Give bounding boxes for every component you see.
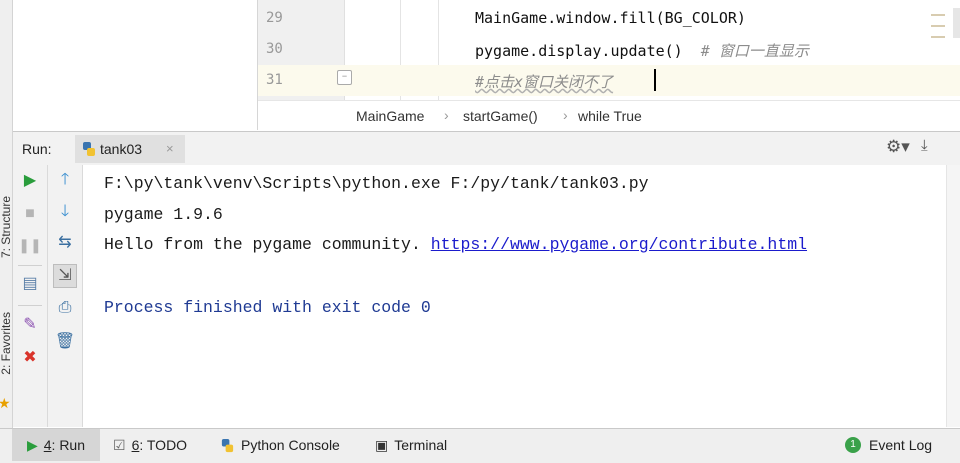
run-toolbar-secondary: 🡑 🡓 ⇆ ⇲ ⎙ 🗑 [48, 165, 83, 427]
console-line: pygame 1.9.6 [104, 205, 223, 224]
run-tab-label: tank03 [100, 141, 143, 157]
breadcrumb-item-while[interactable]: while True [578, 108, 642, 124]
console-output[interactable]: F:\py\tank\venv\Scripts\python.exe F:/py… [83, 165, 946, 427]
fold-marker-icon[interactable]: − [337, 70, 352, 85]
tab-python-console-label: Python Console [241, 437, 340, 453]
code-editor[interactable]: 29 MainGame.window.fill(BG_COLOR) 30 pyg… [257, 0, 960, 131]
star-icon: ★ [0, 395, 11, 411]
code-statement: pygame.display.update() [475, 42, 701, 60]
pin-tab-icon[interactable]: ✎ [19, 314, 41, 336]
code-line[interactable]: 30 pygame.display.update() # 窗口一直显示 [258, 34, 960, 65]
tab-terminal-label: Terminal [394, 437, 448, 453]
up-arrow-icon[interactable]: 🡑 [54, 169, 76, 191]
trash-icon[interactable]: 🗑 [54, 331, 76, 353]
console-command-line: F:\py\tank\venv\Scripts\python.exe F:/py… [104, 174, 649, 193]
tab-python-console[interactable]: Python Console [220, 429, 340, 461]
terminal-icon: ▣ [375, 436, 389, 453]
stop-icon[interactable]: ■ [19, 203, 41, 225]
console-text: Hello from the pygame community. [104, 235, 431, 254]
line-number: 31 [266, 72, 283, 88]
soft-wrap-icon[interactable]: ⇆ [54, 232, 76, 254]
run-icon: ▶ [26, 436, 38, 453]
favorites-tool-tab[interactable]: 2: Favorites [0, 312, 13, 375]
print-icon[interactable]: ⎙ [54, 297, 76, 319]
text-caret [654, 69, 656, 91]
project-panel [13, 0, 257, 130]
tab-terminal[interactable]: ▣ Terminal [375, 429, 447, 461]
editor-scrollbar[interactable] [953, 8, 960, 38]
line-number: 29 [266, 10, 283, 26]
error-stripe-marks [931, 14, 945, 47]
close-run-icon[interactable]: ✖ [19, 347, 41, 369]
breadcrumb-item-startgame[interactable]: startGame() [463, 108, 538, 124]
line-number: 30 [266, 41, 283, 57]
python-icon [81, 141, 97, 160]
code-comment: # 窗口一直显示 [700, 42, 809, 60]
breadcrumb-separator: › [563, 107, 568, 123]
breadcrumb-item-maingame[interactable]: MainGame [356, 108, 424, 124]
close-icon[interactable]: × [166, 141, 174, 156]
down-arrow-icon[interactable]: 🡓 [54, 201, 76, 223]
hide-panel-icon[interactable]: ⤓ [921, 137, 928, 154]
run-tool-header: Run: tank03 × ⚙▾ ⤓ [13, 131, 960, 166]
tab-todo-label: : TODO [139, 437, 188, 453]
breadcrumb: MainGame › startGame() › while True [258, 100, 960, 131]
code-text[interactable]: MainGame.window.fill(BG_COLOR) [475, 9, 746, 27]
structure-tool-tab[interactable]: 7: Structure [0, 196, 13, 258]
run-toolbar-primary: ▶ ■ ❚❚ ▤ ✎ ✖ [13, 165, 48, 427]
tab-run[interactable]: ▶ 4: Run [12, 429, 100, 461]
tab-event-log-label: Event Log [869, 437, 933, 453]
tab-run-label: : Run [51, 437, 86, 453]
rerun-icon[interactable]: ▶ [19, 170, 41, 192]
python-icon [220, 438, 235, 453]
pause-icon[interactable]: ❚❚ [18, 234, 41, 256]
console-link[interactable]: https://www.pygame.org/contribute.html [431, 235, 807, 254]
tab-todo[interactable]: ☑ 6: TODO [113, 429, 187, 461]
left-tool-strip: 7: Structure 2: Favorites ★ [0, 0, 13, 428]
console-exit-line: Process finished with exit code 0 [104, 298, 431, 317]
tab-run-shortcut: 4 [43, 437, 52, 453]
todo-icon: ☑ [113, 436, 126, 453]
run-config-tab[interactable]: tank03 × [75, 135, 185, 163]
scroll-to-end-icon[interactable]: ⇲ [53, 264, 77, 288]
code-line-current[interactable]: 31 #点击x窗口关闭不了 [258, 65, 960, 96]
tool-window-bar: ▶ 4: Run ☑ 6: TODO Python Console ▣ Term… [0, 428, 960, 463]
code-text[interactable]: pygame.display.update() # 窗口一直显示 [475, 40, 809, 61]
breadcrumb-separator: › [444, 107, 449, 123]
run-label: Run: [22, 141, 52, 157]
code-comment[interactable]: #点击x窗口关闭不了 [475, 71, 613, 92]
console-scrollbar[interactable] [946, 165, 960, 427]
gear-icon[interactable]: ⚙▾ [886, 137, 910, 157]
tab-todo-shortcut: 6 [131, 437, 140, 453]
layout-icon[interactable]: ▤ [19, 273, 41, 295]
event-count-badge: 1 [845, 437, 861, 453]
code-line[interactable]: 29 MainGame.window.fill(BG_COLOR) [258, 3, 960, 34]
tab-event-log[interactable]: 1 Event Log [845, 429, 932, 461]
console-line: Hello from the pygame community. https:/… [104, 235, 807, 254]
